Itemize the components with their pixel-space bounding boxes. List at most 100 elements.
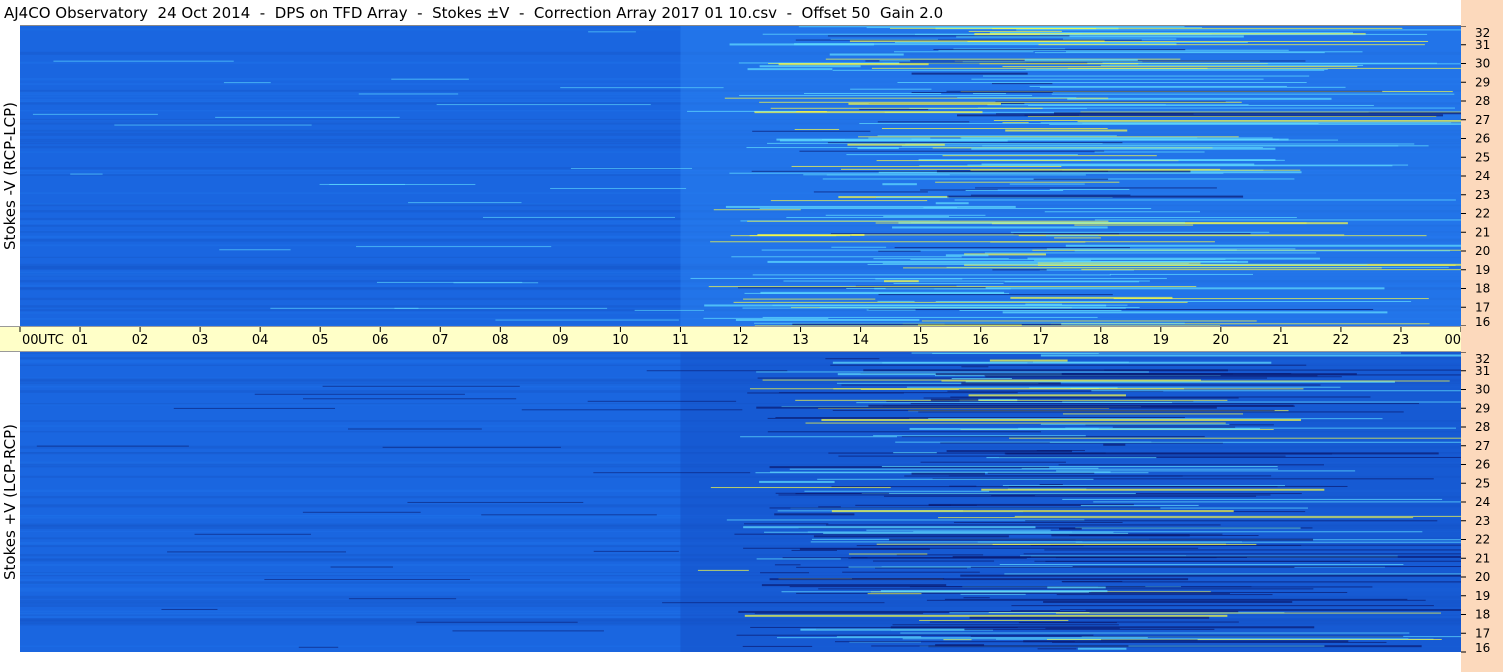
emission-streak	[733, 301, 1188, 303]
quiet-streak	[634, 309, 704, 311]
emission-streak	[1062, 401, 1461, 403]
freq-tick-label: 23	[1475, 514, 1490, 528]
freq-tick-label: 23	[1475, 188, 1490, 202]
quiet-streak	[302, 398, 517, 400]
emission-streak	[710, 487, 891, 489]
emission-streak	[1091, 390, 1461, 392]
emission-streak	[789, 468, 1279, 470]
emission-streak	[920, 461, 1066, 463]
freq-tick-label: 18	[1475, 608, 1490, 622]
emission-streak	[1002, 66, 1358, 68]
emission-streak	[1049, 441, 1461, 443]
emission-streak	[883, 215, 949, 217]
emission-streak	[821, 418, 1302, 421]
emission-streak	[759, 207, 1152, 209]
emission-streak	[1049, 123, 1461, 125]
freq-tick-label: 24	[1475, 495, 1490, 509]
emission-streak	[893, 282, 1004, 284]
emission-streak	[731, 256, 962, 258]
emission-streak	[1104, 369, 1461, 371]
emission-streak	[977, 107, 1455, 109]
emission-streak	[1034, 259, 1091, 261]
emission-streak	[963, 597, 990, 599]
emission-streak	[800, 628, 965, 631]
emission-streak	[752, 130, 871, 132]
emission-streak	[896, 554, 984, 556]
emission-streak	[875, 567, 967, 569]
emission-streak	[982, 145, 1429, 147]
emission-streak	[761, 584, 947, 587]
emission-streak	[1025, 68, 1328, 70]
emission-streak	[813, 191, 928, 193]
emission-streak	[879, 60, 911, 62]
emission-streak	[831, 486, 1278, 488]
emission-streak	[999, 564, 1404, 566]
spectrogram-bottom[interactable]	[20, 352, 1461, 652]
time-tick-label: 08	[492, 333, 509, 348]
emission-streak	[1074, 224, 1194, 226]
quiet-streak	[587, 400, 737, 402]
emission-streak	[856, 545, 1084, 547]
emission-streak	[1080, 504, 1199, 506]
emission-streak	[1018, 427, 1099, 430]
emission-streak	[1054, 237, 1101, 239]
emission-streak	[1051, 93, 1455, 95]
freq-tick-label: 30	[1475, 383, 1490, 397]
emission-streak	[948, 475, 1272, 477]
emission-streak	[985, 376, 1342, 378]
emission-streak	[880, 590, 1108, 593]
emission-streak	[1039, 483, 1063, 485]
spectrogram-top-svg	[20, 26, 1461, 326]
quiet-streak	[215, 116, 400, 118]
emission-streak	[1034, 52, 1325, 54]
emission-streak	[894, 247, 1130, 249]
emission-streak	[1081, 269, 1461, 271]
emission-streak	[967, 40, 1429, 42]
emission-streak	[1044, 549, 1461, 551]
emission-streak	[1061, 580, 1123, 582]
freq-tick-label: 26	[1475, 458, 1490, 472]
emission-streak	[710, 241, 1215, 243]
emission-streak	[1037, 262, 1201, 264]
quiet-streak	[329, 183, 476, 185]
emission-streak	[944, 598, 1408, 600]
emission-streak	[984, 375, 1318, 377]
emission-streak	[877, 300, 915, 302]
emission-streak	[708, 286, 1197, 288]
emission-streak	[960, 137, 1198, 139]
freq-tick-label: 24	[1475, 169, 1490, 183]
quiet-streak	[70, 173, 103, 175]
emission-streak	[951, 378, 1012, 380]
emission-streak	[970, 635, 1404, 637]
emission-streak	[986, 457, 1157, 459]
emission-streak	[858, 136, 1239, 138]
emission-streak	[744, 292, 1010, 294]
spectrogram-top[interactable]	[20, 26, 1461, 326]
emission-streak	[799, 150, 1105, 152]
emission-streak	[961, 366, 989, 368]
emission-streak	[762, 316, 1098, 318]
emission-streak	[873, 435, 1086, 437]
emission-streak	[1024, 58, 1138, 61]
time-tick-label: 09	[552, 333, 569, 348]
emission-streak	[992, 269, 1047, 271]
emission-streak	[847, 143, 945, 146]
time-tick-label: 11	[672, 333, 689, 348]
emission-streak	[1069, 534, 1259, 536]
emission-streak	[871, 645, 1129, 647]
emission-streak	[767, 431, 1041, 433]
emission-streak	[882, 183, 917, 186]
emission-streak	[754, 612, 924, 614]
emission-streak	[935, 300, 1412, 302]
emission-streak	[902, 638, 1409, 640]
emission-streak	[832, 69, 1325, 71]
emission-streak	[799, 547, 930, 550]
emission-streak	[804, 490, 990, 492]
emission-streak	[830, 364, 1307, 366]
freq-axis-bottom: 16 17 18 19 20 21 22 23 24 25 26 27 28 29 30 31 32	[1461, 352, 1503, 672]
quiet-streak	[302, 511, 421, 513]
emission-streak	[878, 294, 1113, 296]
time-tick-label: 18	[1092, 333, 1109, 348]
emission-streak	[1072, 566, 1461, 568]
emission-streak	[926, 599, 1426, 601]
